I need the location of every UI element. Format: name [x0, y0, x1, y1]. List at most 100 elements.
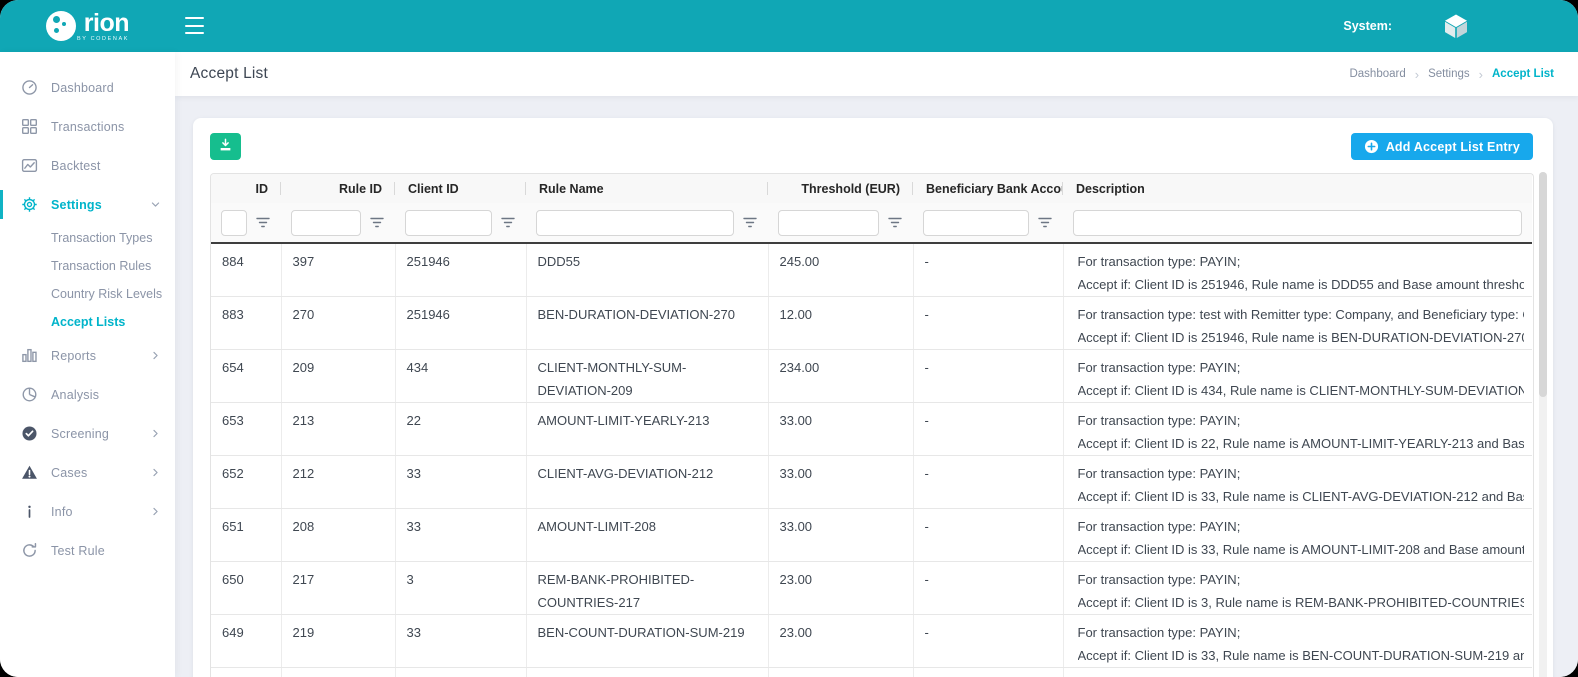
column-header-id[interactable]: ID: [211, 174, 281, 203]
page-title: Accept List: [190, 65, 268, 83]
filter-icon[interactable]: [743, 216, 758, 229]
cell-description: For transaction type: PAYIN;Accept if: C…: [1063, 350, 1532, 403]
description-line: Accept if: Client ID is 3, Rule name is …: [1078, 591, 1525, 614]
column-header-client-id[interactable]: Client ID: [395, 174, 526, 203]
filter-icon[interactable]: [888, 216, 903, 229]
page-header: Accept List Dashboard›Settings›Accept Li…: [175, 52, 1578, 96]
active-indicator: [0, 458, 3, 487]
cell-description: For transaction type: PAYIN;Accept if: C…: [1063, 243, 1532, 297]
breadcrumb-separator-icon: ›: [1479, 68, 1483, 81]
cell-rule-name: AMOUNT-LIMIT-208: [526, 509, 768, 562]
cell-client-id: 22: [395, 403, 526, 456]
backtest-icon: [21, 157, 38, 174]
breadcrumb: Dashboard›Settings›Accept List: [1349, 68, 1554, 81]
breadcrumb-accept-list: Accept List: [1492, 68, 1554, 80]
filter-icon[interactable]: [370, 216, 385, 229]
cell-description: For transaction type: PAYIN;Accept if: C…: [1063, 509, 1532, 562]
cell-threshold: 23.00: [768, 668, 913, 677]
table-row[interactable]: 6502173REM-BANK-PROHIBITED-COUNTRIES-217…: [211, 562, 1532, 615]
cell-rule-id: 397: [281, 243, 395, 297]
description-line: For transaction type: PAYIN;: [1078, 568, 1525, 591]
table-row[interactable]: 64921933BEN-COUNT-DURATION-SUM-21923.00-…: [211, 615, 1532, 668]
cell-threshold: 33.00: [768, 403, 913, 456]
sidebar-item-analysis[interactable]: Analysis: [0, 375, 175, 414]
plus-circle-icon: [1364, 139, 1379, 154]
table-row[interactable]: 883270251946BEN-DURATION-DEVIATION-27012…: [211, 297, 1532, 350]
sidebar-item-accept-lists[interactable]: Accept Lists: [0, 308, 175, 336]
active-indicator: [0, 73, 3, 102]
column-header-rule-name[interactable]: Rule Name: [526, 174, 768, 203]
cell-rule-id: 212: [281, 456, 395, 509]
filter-input-threshold-eur-[interactable]: [778, 210, 879, 236]
cell-client-id: 33: [395, 509, 526, 562]
sidebar-item-dashboard[interactable]: Dashboard: [0, 68, 175, 107]
cell-beneficiary: -: [913, 615, 1063, 668]
sidebar-nav: DashboardTransactionsBacktestSettingsTra…: [0, 68, 175, 570]
table-row[interactable]: 884397251946DDD55245.00-For transaction …: [211, 243, 1532, 297]
filter-icon[interactable]: [501, 216, 516, 229]
content-area: Add Accept List Entry IDRule IDClient ID…: [175, 96, 1578, 677]
sidebar-item-test-rule[interactable]: Test Rule: [0, 531, 175, 570]
sidebar-item-cases[interactable]: Cases: [0, 453, 175, 492]
card-toolbar: Add Accept List Entry: [193, 118, 1553, 173]
screening-icon: [21, 425, 38, 442]
column-header-beneficiary-bank-account[interactable]: Beneficiary Bank Account: [913, 174, 1063, 203]
cell-description: For transaction type: test with Remitter…: [1063, 297, 1532, 350]
table-row[interactable]: 65321322AMOUNT-LIMIT-YEARLY-21333.00-For…: [211, 403, 1532, 456]
export-download-button[interactable]: [210, 133, 241, 160]
sidebar-item-info[interactable]: Info: [0, 492, 175, 531]
brand-logo[interactable]: rion by CODENAK: [0, 0, 175, 52]
cell-rule-id: 209: [281, 350, 395, 403]
filter-input-client-id[interactable]: [405, 210, 492, 236]
filter-input-rule-name[interactable]: [536, 210, 734, 236]
filter-input-beneficiary-bank-account[interactable]: [923, 210, 1029, 236]
table-row[interactable]: 65120833AMOUNT-LIMIT-20833.00-For transa…: [211, 509, 1532, 562]
settings-icon: [21, 196, 38, 213]
analysis-icon: [21, 386, 38, 403]
description-line: Accept if: Client ID is 434, Rule name i…: [1078, 379, 1525, 402]
filter-input-description[interactable]: [1073, 210, 1522, 236]
cell-threshold: 23.00: [768, 615, 913, 668]
cell-beneficiary: -: [913, 668, 1063, 677]
cell-rule-name: AMOUNT-LIMIT-YEARLY-213: [526, 403, 768, 456]
breadcrumb-settings[interactable]: Settings: [1428, 68, 1470, 80]
filter-icon[interactable]: [256, 216, 271, 229]
active-indicator: [0, 151, 3, 180]
add-accept-list-entry-button[interactable]: Add Accept List Entry: [1351, 133, 1533, 160]
sidebar-item-transaction-rules[interactable]: Transaction Rules: [0, 252, 175, 280]
scrollbar-thumb[interactable]: [1539, 172, 1547, 397]
menu-toggle-icon[interactable]: [185, 17, 204, 34]
system-cube-icon[interactable]: [1440, 10, 1472, 42]
test-rule-icon: [21, 542, 38, 559]
sidebar-item-transactions[interactable]: Transactions: [0, 107, 175, 146]
cell-id: 654: [211, 350, 281, 403]
cell-id: 648: [211, 668, 281, 677]
sidebar-item-backtest[interactable]: Backtest: [0, 146, 175, 185]
description-line: For transaction type: PAYIN;: [1078, 621, 1525, 644]
sidebar-item-transaction-types[interactable]: Transaction Types: [0, 224, 175, 252]
topbar: rion by CODENAK System:: [0, 0, 1578, 52]
breadcrumb-dashboard[interactable]: Dashboard: [1349, 68, 1405, 80]
chevron-right-icon: [149, 506, 161, 518]
sidebar-item-country-risk-levels[interactable]: Country Risk Levels: [0, 280, 175, 308]
filter-input-rule-id[interactable]: [291, 210, 361, 236]
cell-rule-id: 217: [281, 562, 395, 615]
table-row[interactable]: 64821723REM-BANK-PROHIBITED-COUNTRIES-21…: [211, 668, 1532, 677]
column-header-rule-id[interactable]: Rule ID: [281, 174, 395, 203]
column-header-description[interactable]: Description: [1063, 174, 1532, 203]
info-icon: [21, 503, 38, 520]
sidebar-item-reports[interactable]: Reports: [0, 336, 175, 375]
table-row[interactable]: 65221233CLIENT-AVG-DEVIATION-21233.00-Fo…: [211, 456, 1532, 509]
cell-threshold: 33.00: [768, 456, 913, 509]
sidebar-item-screening[interactable]: Screening: [0, 414, 175, 453]
filter-input-id[interactable]: [221, 210, 247, 236]
column-header-threshold-eur-[interactable]: Threshold (EUR): [768, 174, 913, 203]
table-row[interactable]: 654209434CLIENT-MONTHLY-SUM-DEVIATION-20…: [211, 350, 1532, 403]
filter-icon[interactable]: [1038, 216, 1053, 229]
vertical-scrollbar[interactable]: [1539, 172, 1547, 677]
description-line: Accept if: Client ID is 33, Rule name is…: [1078, 644, 1525, 667]
chevron-right-icon: [149, 467, 161, 479]
table-header-row: IDRule IDClient IDRule NameThreshold (EU…: [211, 174, 1532, 203]
cell-id: 649: [211, 615, 281, 668]
sidebar-item-settings[interactable]: Settings: [0, 185, 175, 224]
